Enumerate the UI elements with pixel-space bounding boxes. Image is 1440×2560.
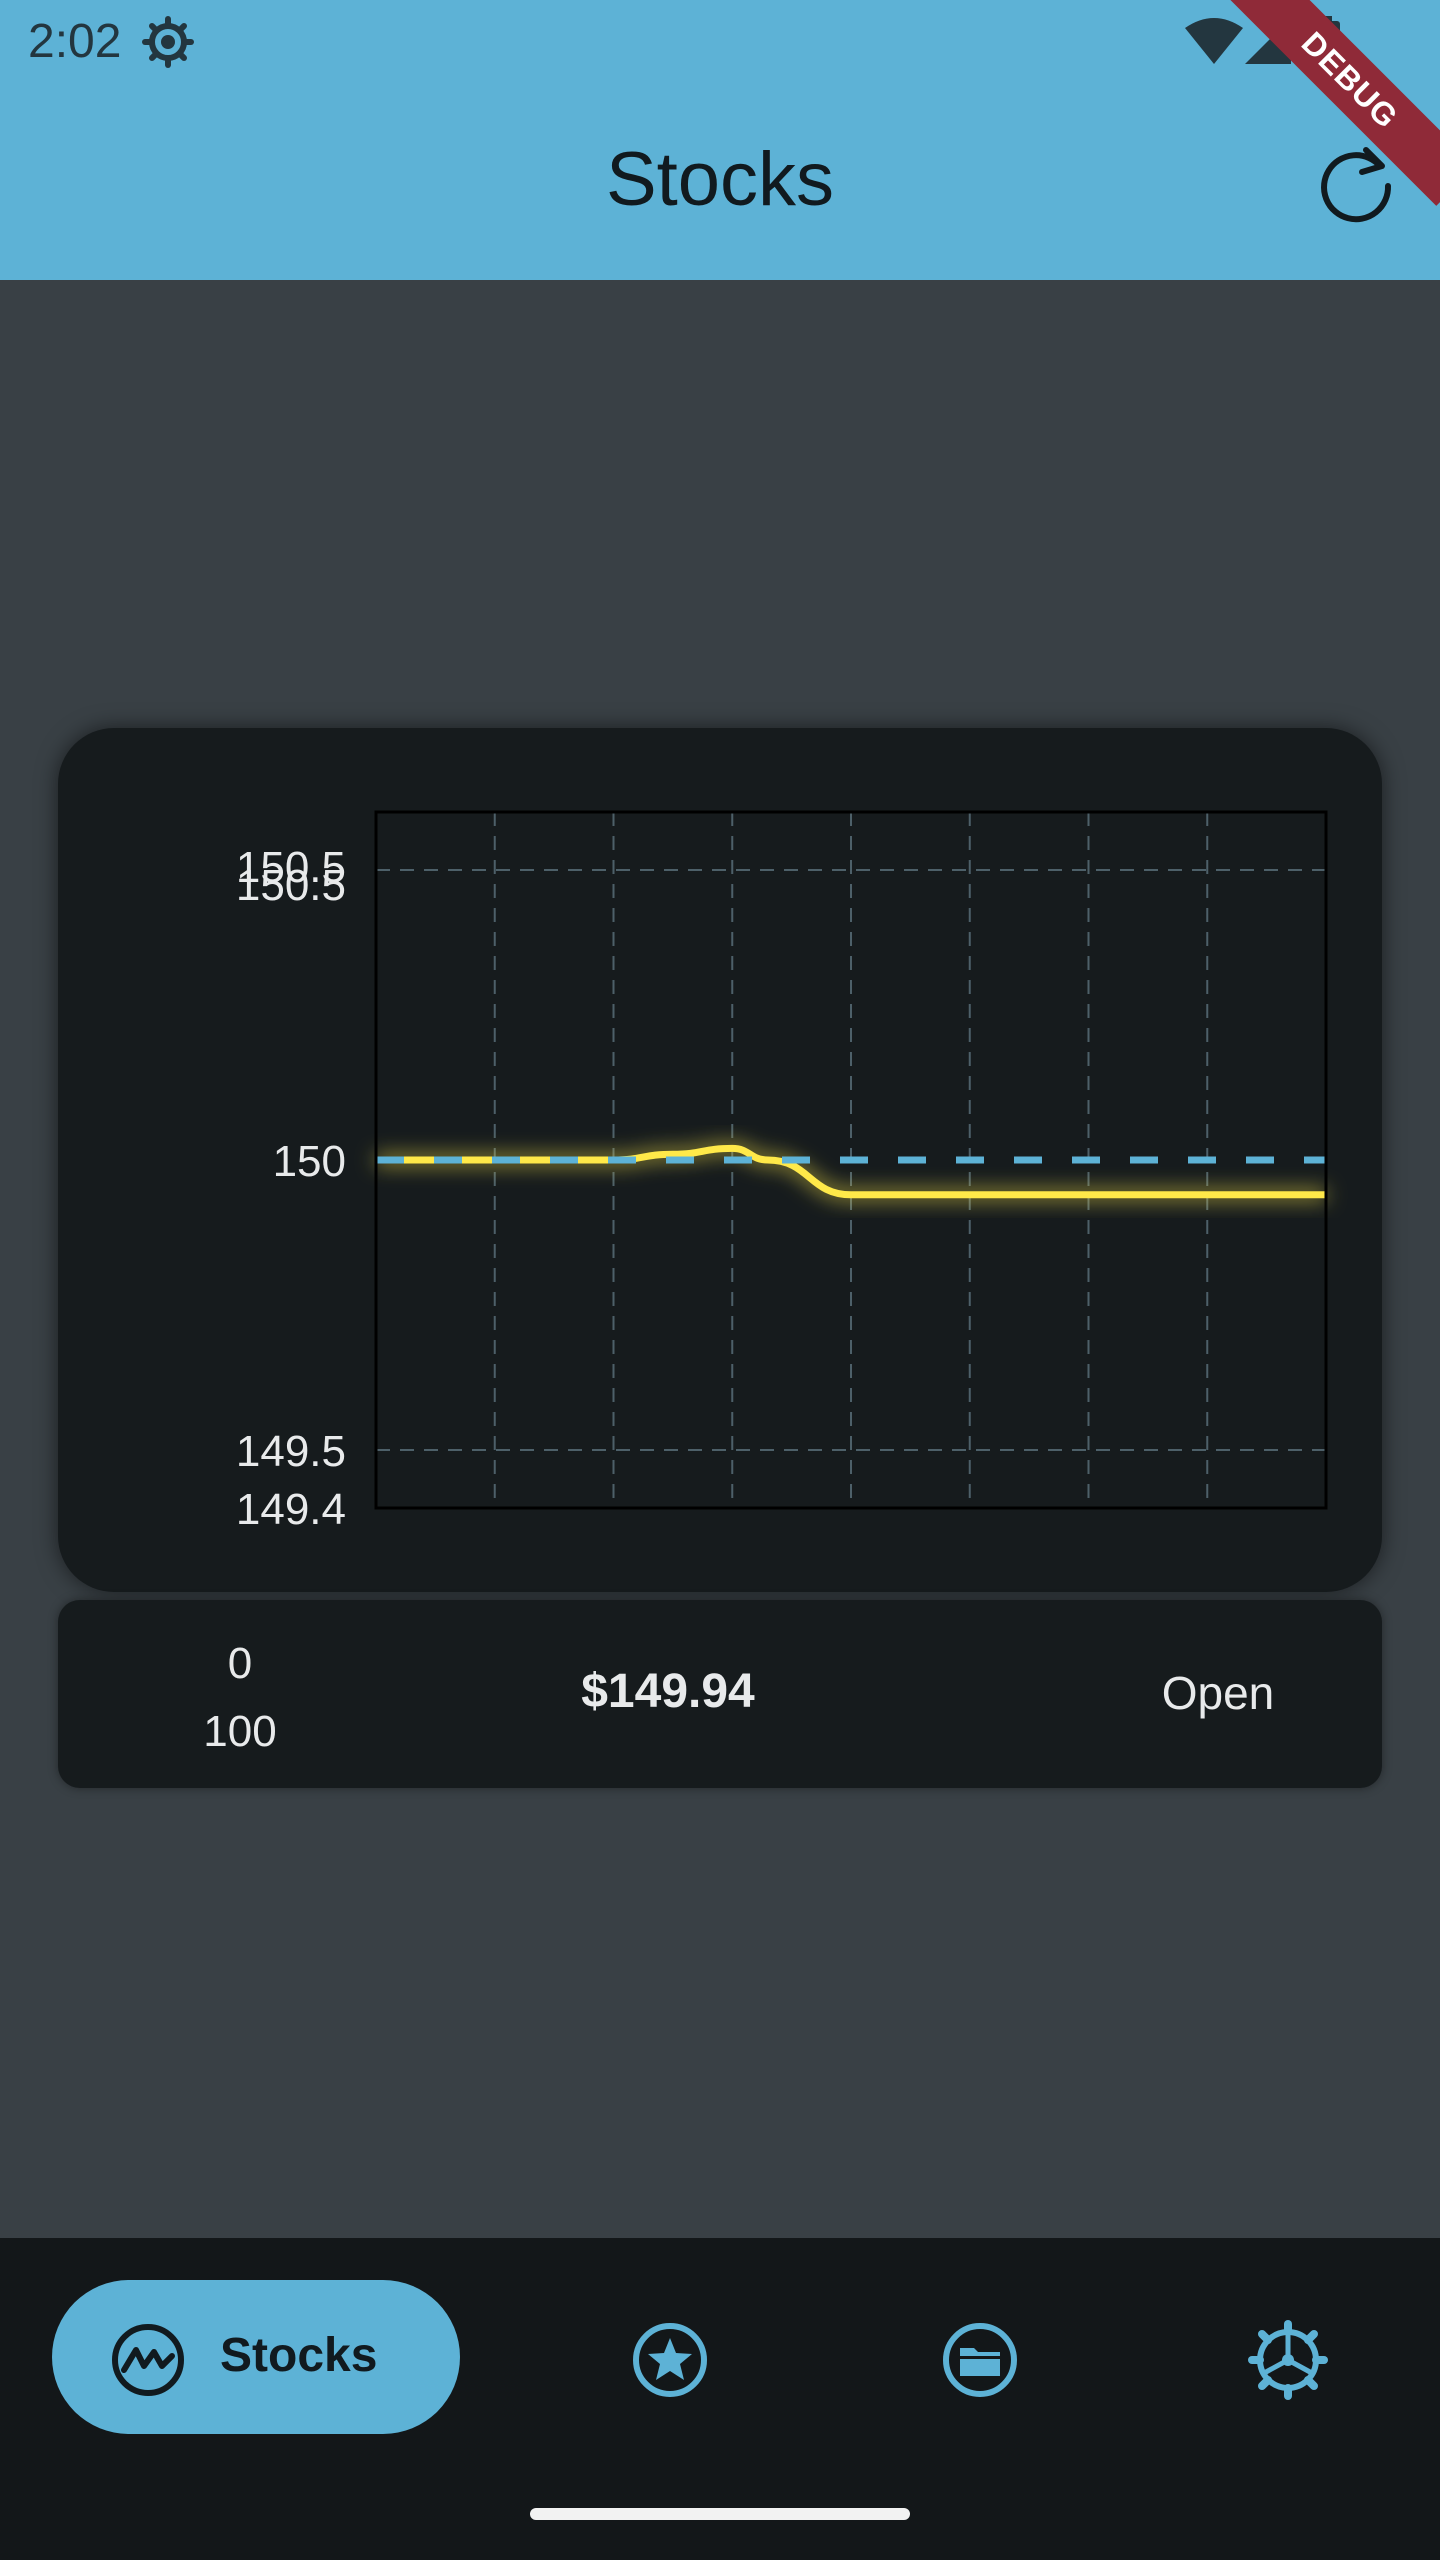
folder-icon (943, 2323, 1017, 2397)
refresh-icon (1321, 147, 1392, 223)
wifi-icon (1185, 18, 1243, 64)
range-values: 0 100 (140, 1630, 340, 1766)
nav-settings-button[interactable] (1248, 2320, 1328, 2400)
y-tick-label: 150 (273, 1137, 346, 1186)
range-low-value: 0 (227, 1639, 253, 1688)
page-title: Stocks (605, 137, 835, 222)
stock-chart-icon (112, 2324, 184, 2396)
star-icon (633, 2323, 707, 2397)
nav-stocks-label: Stocks (220, 2329, 378, 2382)
current-price: $149.94 (581, 1665, 755, 1718)
refresh-button[interactable] (1310, 140, 1402, 232)
nav-stocks-button[interactable]: Stocks (52, 2280, 460, 2434)
nav-portfolio-button[interactable] (940, 2320, 1020, 2400)
chart-card: 150.5 150.5 150 149.5 149.4 (58, 728, 1382, 1592)
range-high-value: 100 (203, 1707, 277, 1756)
y-axis-ticks: 150.5150.5150149.5149.4 (236, 843, 346, 1534)
gear-icon (142, 16, 194, 68)
home-indicator (530, 2508, 910, 2520)
y-tick-label: 150.5 (236, 861, 346, 910)
status-time: 2:02 (28, 15, 122, 68)
y-tick-label: 149.5 (236, 1427, 346, 1476)
market-status: Open (1161, 1667, 1275, 1719)
nav-favorites-button[interactable] (630, 2320, 710, 2400)
app-bar: 2:02 DEBUG Stocks (0, 0, 1440, 280)
info-card: 0 100 $149.94 Open (58, 1600, 1382, 1788)
price-chart: 150.5150.5150149.5149.4 (236, 810, 1328, 1534)
y-tick-label: 149.4 (236, 1485, 346, 1534)
settings-icon (1248, 2320, 1328, 2400)
